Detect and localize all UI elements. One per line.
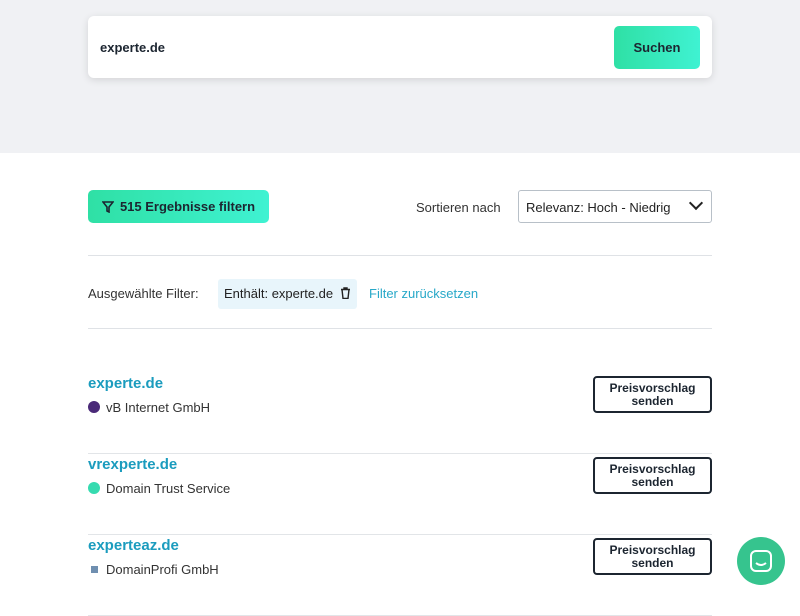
registrar-name: Domain Trust Service (106, 481, 231, 496)
send-offer-button[interactable]: Preisvorschlag senden (593, 538, 712, 575)
domain-link[interactable]: experteaz.de (88, 537, 179, 554)
registrar-dot-icon (88, 482, 100, 494)
divider (88, 328, 712, 329)
registrar-dot-icon (88, 401, 100, 413)
sort-select[interactable]: Relevanz: Hoch - Niedrig (518, 190, 712, 223)
result-row: experteaz.de DomainProfi GmbH Preisvorsc… (88, 535, 712, 616)
sort-label: Sortieren nach (416, 200, 501, 215)
search-section: Suchen (0, 0, 800, 153)
sort-value: Relevanz: Hoch - Niedrig (526, 200, 671, 215)
chat-button[interactable] (737, 537, 785, 585)
chat-icon (750, 550, 772, 572)
result-row: experte.de vB Internet GmbH Preisvorschl… (88, 373, 712, 454)
result-row: vrexperte.de Domain Trust Service Preisv… (88, 454, 712, 535)
divider (88, 255, 712, 256)
search-bar: Suchen (88, 16, 712, 78)
filter-chip[interactable]: Enthält: experte.de (218, 279, 357, 309)
registrar-name: vB Internet GmbH (106, 400, 211, 415)
registrar-name: DomainProfi GmbH (106, 562, 219, 577)
search-button[interactable]: Suchen (614, 26, 700, 69)
domain-link[interactable]: experte.de (88, 375, 163, 392)
filter-icon (101, 200, 114, 213)
send-offer-button[interactable]: Preisvorschlag senden (593, 376, 712, 413)
domain-link[interactable]: vrexperte.de (88, 456, 177, 473)
filter-chip-label: Enthält: experte.de (224, 286, 334, 301)
trash-icon[interactable] (340, 287, 351, 300)
search-input[interactable] (100, 32, 580, 62)
reset-filters-link[interactable]: Filter zurücksetzen (369, 286, 478, 301)
registrar-logo-icon (91, 566, 98, 573)
chevron-down-icon (688, 195, 704, 211)
selected-filters-label: Ausgewählte Filter: (88, 286, 199, 301)
filter-button-label: 515 Ergebnisse filtern (119, 199, 256, 214)
filter-results-button[interactable]: 515 Ergebnisse filtern (88, 190, 269, 223)
send-offer-button[interactable]: Preisvorschlag senden (593, 457, 712, 494)
